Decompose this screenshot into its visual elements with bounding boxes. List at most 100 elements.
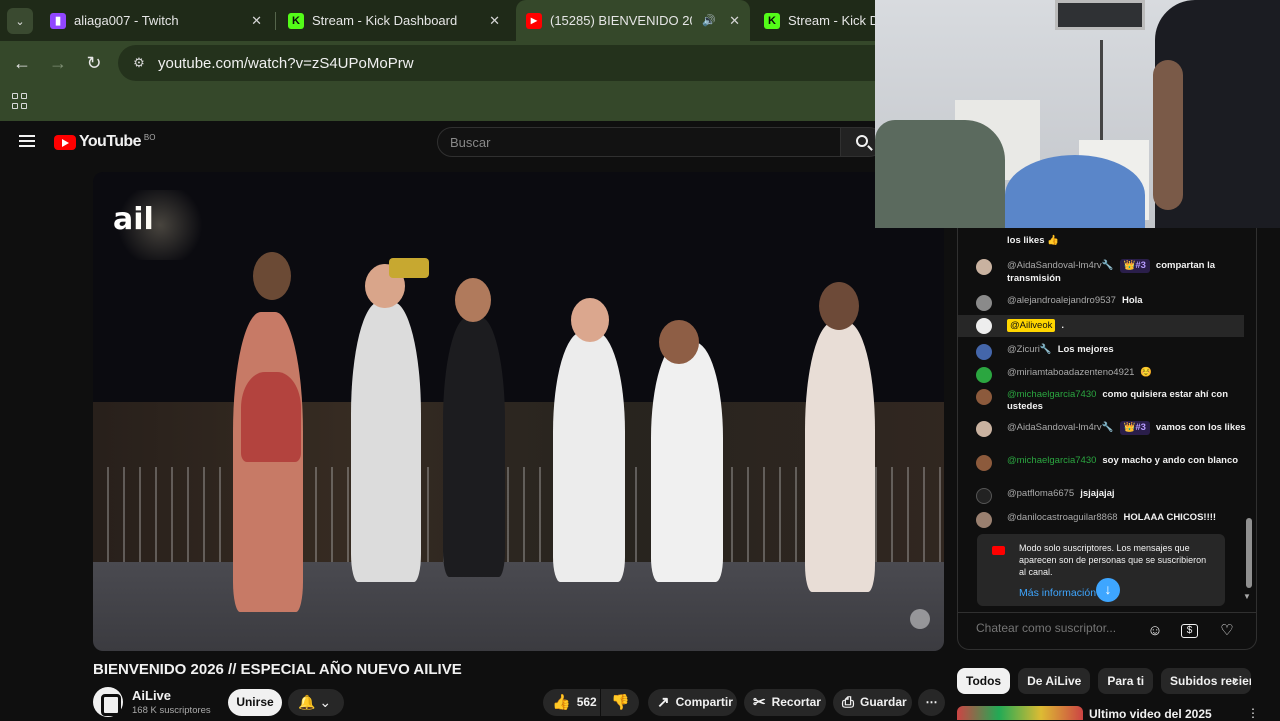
chip-todos[interactable]: Todos xyxy=(957,668,1011,694)
country-code: BO xyxy=(143,132,156,142)
tab-twitch[interactable]: ▮ aliaga007 - Twitch ✕ xyxy=(40,0,272,41)
speaker-icon[interactable]: 🔊 xyxy=(702,14,716,27)
chip-de-ailive[interactable]: De AiLive xyxy=(1018,668,1091,694)
man-black-shirt xyxy=(443,317,505,577)
back-button[interactable]: ← xyxy=(11,52,33,74)
notice-text: Modo solo suscriptores. Los mensajes que… xyxy=(1019,543,1207,577)
channel-avatar[interactable] xyxy=(93,687,123,717)
save-button[interactable]: ⎙ Guardar xyxy=(833,689,912,716)
chip-para-ti[interactable]: Para ti xyxy=(1098,668,1154,694)
avatar[interactable] xyxy=(976,455,992,471)
chat-author[interactable]: @patfloma6675 xyxy=(1007,488,1074,499)
channel-name[interactable]: AiLive xyxy=(132,688,171,703)
search-input[interactable] xyxy=(450,134,840,150)
tab-search-button[interactable]: ⌄ xyxy=(7,8,33,34)
address-bar[interactable]: ⚙ youtube.com/watch?v=zS4UPoMoPrw xyxy=(118,45,918,81)
man-head xyxy=(455,278,491,322)
like-button[interactable]: 👍 562 xyxy=(543,689,600,716)
chat-message-list[interactable]: los likes 👍 @AidaSandoval-lm4rv🔧 👑#3 compa… xyxy=(958,228,1256,608)
url-text[interactable]: youtube.com/watch?v=zS4UPoMoPrw xyxy=(158,55,414,72)
menu-icon[interactable] xyxy=(19,135,35,147)
twitch-icon: ▮ xyxy=(50,12,66,29)
host-right-head xyxy=(819,282,859,330)
tab-divider xyxy=(275,12,276,30)
chat-author[interactable]: @AidaSandoval-lm4rv🔧 xyxy=(1007,422,1114,433)
tab-title: Stream - Kick Dashboard xyxy=(312,13,458,28)
thumbs-up-icon: 👍 xyxy=(552,694,571,711)
close-icon[interactable]: ✕ xyxy=(729,13,740,29)
chip-subidos-recientemente[interactable]: Subidos recientem xyxy=(1161,668,1252,694)
video-thumbnail[interactable] xyxy=(957,706,1083,720)
more-horizontal-icon: ⋯ xyxy=(925,695,938,709)
chat-input-bar: ☺ $ ♡ xyxy=(958,612,1256,650)
scroll-down-arrow-icon[interactable]: ▼ xyxy=(1243,592,1251,601)
avatar[interactable] xyxy=(976,344,992,360)
avatar[interactable] xyxy=(976,421,992,437)
avatar[interactable] xyxy=(976,367,992,383)
notification-bell-button[interactable]: 🔔 ⌄ xyxy=(288,689,344,716)
chat-author[interactable]: @miriamtaboadazenteno4921 xyxy=(1007,367,1134,378)
heart-icon[interactable]: ♡ xyxy=(1217,621,1237,641)
chat-author-owner[interactable]: @Ailiveok xyxy=(1007,319,1056,332)
tab-youtube[interactable]: ▶ (15285) BIENVENIDO 2026 / 🔊 ✕ xyxy=(516,0,750,41)
chat-message: @AidaSandoval-lm4rv🔧 👑#3 compartan la tran… xyxy=(974,259,1249,285)
dislike-button[interactable]: 👎 xyxy=(601,689,639,716)
live-chat: los likes 👍 @AidaSandoval-lm4rv🔧 👑#3 compa… xyxy=(957,228,1257,650)
avatar[interactable] xyxy=(976,318,992,334)
host-left xyxy=(233,312,303,612)
chat-scrollbar[interactable] xyxy=(1246,518,1252,588)
more-info-link[interactable]: Más información xyxy=(1019,587,1096,599)
chat-author[interactable]: @michaelgarcia7430 xyxy=(1007,455,1096,466)
chat-author[interactable]: @michaelgarcia7430 xyxy=(1007,389,1096,400)
clip-button[interactable]: ✂ Recortar xyxy=(744,689,826,716)
tab-kick-dashboard-2[interactable]: K Stream - Kick Das xyxy=(754,0,894,41)
blue-chair xyxy=(1005,155,1145,228)
reload-button[interactable]: ↻ xyxy=(83,52,105,74)
gold-hat xyxy=(389,258,429,278)
chat-message: @Zicuri🔧 Los mejores xyxy=(974,344,1249,360)
search-box xyxy=(437,127,841,157)
thumbs-down-icon: 👎 xyxy=(611,694,630,711)
close-icon[interactable]: ✕ xyxy=(489,13,500,29)
chat-message: @alejandroalejandro9537 Hola xyxy=(974,295,1249,311)
recommended-video-title[interactable]: Ultimo video del 2025 xyxy=(1089,707,1212,721)
chat-author[interactable]: @danilocastroaguilar8868 xyxy=(1007,512,1118,523)
search-icon xyxy=(856,135,868,147)
youtube-logo[interactable]: YouTube BO xyxy=(54,133,155,151)
tab-kick-dashboard[interactable]: K Stream - Kick Dashboard ✕ xyxy=(278,0,510,41)
site-info-icon[interactable]: ⚙ xyxy=(130,54,148,72)
boy-head xyxy=(571,298,609,342)
chat-author[interactable]: @Zicuri🔧 xyxy=(1007,344,1052,355)
super-chat-icon[interactable]: $ xyxy=(1181,624,1198,638)
forward-button[interactable]: → xyxy=(47,52,69,74)
avatar[interactable] xyxy=(976,389,992,405)
avatar[interactable] xyxy=(976,488,992,504)
jump-to-bottom-button[interactable]: ↓ xyxy=(1096,578,1120,602)
close-icon[interactable]: ✕ xyxy=(251,13,262,29)
more-options-icon[interactable]: ⋮ xyxy=(1247,706,1259,720)
apps-grid-icon[interactable] xyxy=(12,93,28,109)
avatar[interactable] xyxy=(976,295,992,311)
chat-message: @patfloma6675 jsjajajaj xyxy=(974,488,1249,504)
chat-author[interactable]: @alejandroalejandro9537 xyxy=(1007,295,1116,306)
recommended-video[interactable]: Ultimo video del 2025 ⋮ xyxy=(957,706,1259,721)
streamer-arm xyxy=(1153,60,1183,210)
youtube-wordmark: YouTube xyxy=(79,133,141,150)
join-button[interactable]: Unirse xyxy=(228,689,282,716)
chevron-right-icon[interactable]: › xyxy=(1232,672,1237,690)
share-button[interactable]: ↗ Compartir xyxy=(648,689,737,716)
tab-title: (15285) BIENVENIDO 2026 / xyxy=(550,13,692,28)
chat-message: los likes 👍 xyxy=(1007,235,1059,246)
video-player[interactable]: ail xyxy=(93,172,944,651)
channel-watermark-icon[interactable] xyxy=(910,609,930,629)
avatar[interactable] xyxy=(976,512,992,528)
chat-input[interactable] xyxy=(976,621,1126,635)
more-actions-button[interactable]: ⋯ xyxy=(918,689,945,716)
gift-rank-badge: 👑#3 xyxy=(1119,259,1150,273)
avatar[interactable] xyxy=(976,259,992,275)
emoji-icon[interactable]: ☺ xyxy=(1145,621,1165,641)
host-left-head xyxy=(253,252,291,300)
chat-author[interactable]: @AidaSandoval-lm4rv🔧 xyxy=(1007,260,1114,271)
webcam-overlay xyxy=(875,0,1280,228)
man-head xyxy=(659,320,699,364)
